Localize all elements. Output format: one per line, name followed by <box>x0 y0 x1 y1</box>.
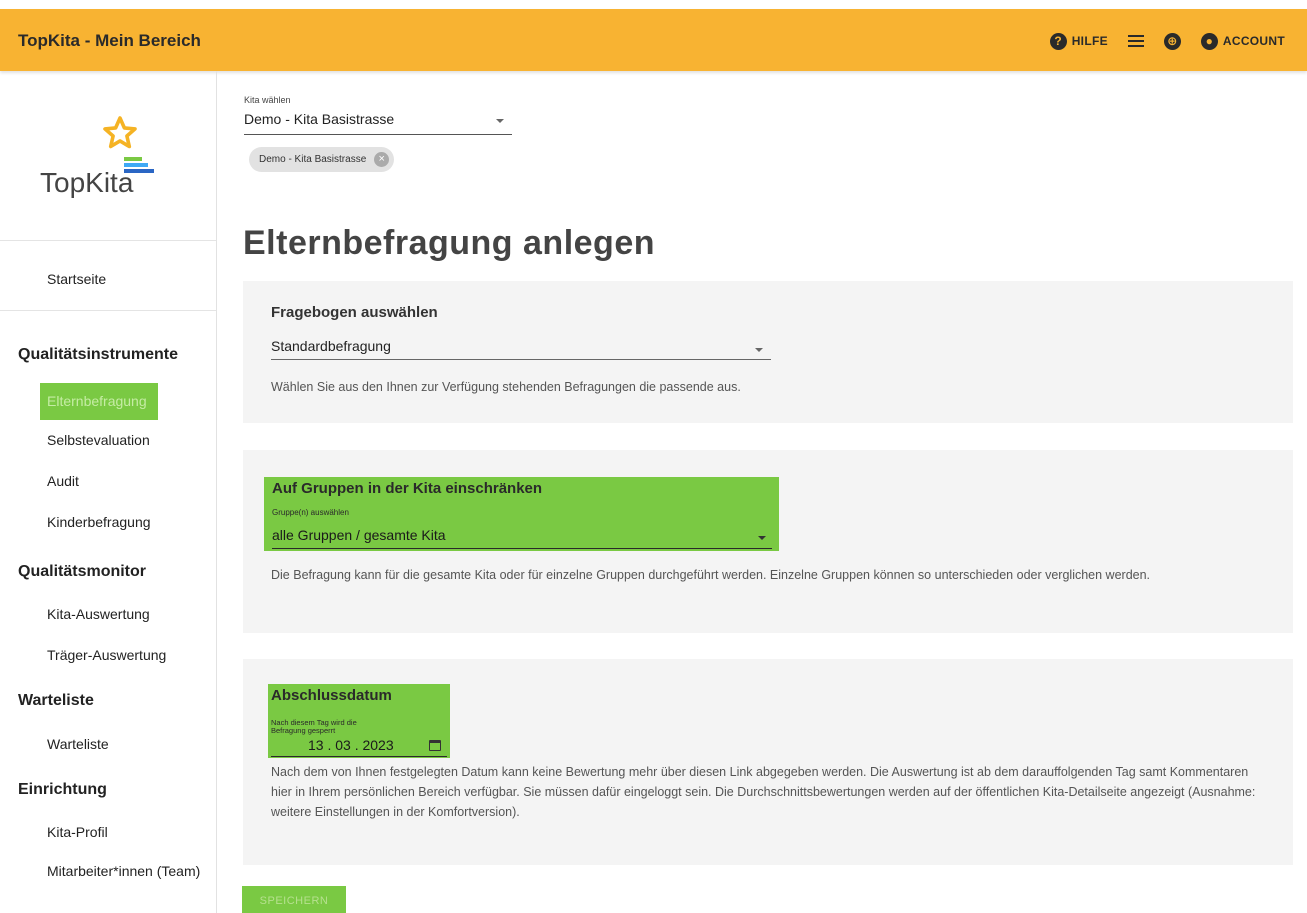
nav-warteliste[interactable]: Warteliste <box>47 736 109 752</box>
nav-heading-einrichtung: Einrichtung <box>18 781 107 798</box>
chevron-down-icon <box>755 348 763 352</box>
nav-heading-qualitaetsinstrumente: Qualitätsinstrumente <box>18 346 179 363</box>
logo-bars <box>124 157 154 175</box>
deadline-description: Nach dem von Ihnen festgelegten Datum ka… <box>271 765 1256 819</box>
nav-kita-profil[interactable]: Kita-Profil <box>47 824 108 840</box>
deadline-heading: Abschlussdatum <box>271 687 392 704</box>
nav-elternbefragung[interactable]: Elternbefragung <box>40 383 158 420</box>
calendar-icon[interactable] <box>429 740 441 751</box>
deadline-field-highlight: Abschlussdatum Nach diesem Tag wird die … <box>268 684 450 758</box>
help-icon: ? <box>1049 32 1067 50</box>
top-bar-actions: ? HILFE ⊕ ● ACCOUNT <box>1030 31 1285 51</box>
deadline-field-label: Nach diesem Tag wird die Befragung gespe… <box>271 718 357 735</box>
questionnaire-heading: Fragebogen auswählen <box>271 304 438 321</box>
kita-select-label: Kita wählen <box>244 95 291 105</box>
topkita-logo[interactable]: TopKita <box>36 115 176 205</box>
chevron-down-icon <box>496 119 504 123</box>
nav-traeger-auswertung[interactable]: Träger-Auswertung <box>47 647 166 663</box>
nav-startseite[interactable]: Startseite <box>47 271 106 287</box>
close-icon[interactable]: × <box>374 152 390 167</box>
account-button[interactable]: ● ACCOUNT <box>1200 32 1285 50</box>
globe-icon: ⊕ <box>1163 32 1181 50</box>
divider <box>0 310 216 311</box>
nav-audit[interactable]: Audit <box>47 473 79 489</box>
nav-mitarbeiter-team[interactable]: Mitarbeiter*innen (Team) <box>47 863 200 879</box>
date-underline <box>271 756 447 757</box>
kita-select-value: Demo - Kita Basistrasse <box>244 111 395 127</box>
groups-field-highlight: Auf Gruppen in der Kita einschränken Gru… <box>264 477 779 551</box>
account-label: ACCOUNT <box>1222 34 1285 48</box>
nav-heading-warteliste: Warteliste <box>18 692 94 709</box>
kita-select[interactable]: Demo - Kita Basistrasse <box>244 111 512 135</box>
nav-kinderbefragung[interactable]: Kinderbefragung <box>47 514 151 530</box>
star-icon <box>103 116 137 149</box>
top-app-bar: TopKita - Mein Bereich ? HILFE ⊕ ● ACCOU… <box>0 9 1307 71</box>
groups-select-value: alle Gruppen / gesamte Kita <box>272 527 446 543</box>
questionnaire-card: Fragebogen auswählen Standardbefragung W… <box>243 281 1293 423</box>
save-button[interactable]: SPEICHERN <box>242 886 346 913</box>
divider <box>0 240 216 241</box>
page-title: Elternbefragung anlegen <box>243 224 655 262</box>
chevron-down-icon <box>758 536 766 540</box>
deadline-date-input[interactable]: 13 . 03 . 2023 <box>308 737 394 753</box>
kita-chip: Demo - Kita Basistrasse × <box>249 147 395 172</box>
groups-description: Die Befragung kann für die gesamte Kita … <box>271 568 1151 582</box>
groups-select-label: Gruppe(n) auswählen <box>272 508 349 517</box>
kita-chip-label: Demo - Kita Basistrasse <box>259 154 367 165</box>
questionnaire-select-value: Standardbefragung <box>271 338 391 354</box>
logo-text: TopKita <box>40 167 134 198</box>
account-icon: ● <box>1200 32 1218 50</box>
language-button[interactable]: ⊕ <box>1163 32 1181 50</box>
nav-heading-qualitaetsmonitor: Qualitätsmonitor <box>18 563 147 580</box>
app-title[interactable]: TopKita - Mein Bereich <box>18 31 201 51</box>
help-button[interactable]: ? HILFE <box>1049 32 1108 50</box>
menu-icon[interactable] <box>1127 35 1144 47</box>
questionnaire-select[interactable]: Standardbefragung <box>271 338 771 360</box>
help-label: HILFE <box>1071 34 1108 48</box>
nav-kita-auswertung[interactable]: Kita-Auswertung <box>47 606 150 622</box>
nav-selbstevaluation[interactable]: Selbstevaluation <box>47 432 150 448</box>
questionnaire-description: Wählen Sie aus den Ihnen zur Verfügung s… <box>271 380 741 394</box>
groups-select[interactable]: alle Gruppen / gesamte Kita <box>272 527 772 549</box>
groups-heading: Auf Gruppen in der Kita einschränken <box>272 480 543 497</box>
